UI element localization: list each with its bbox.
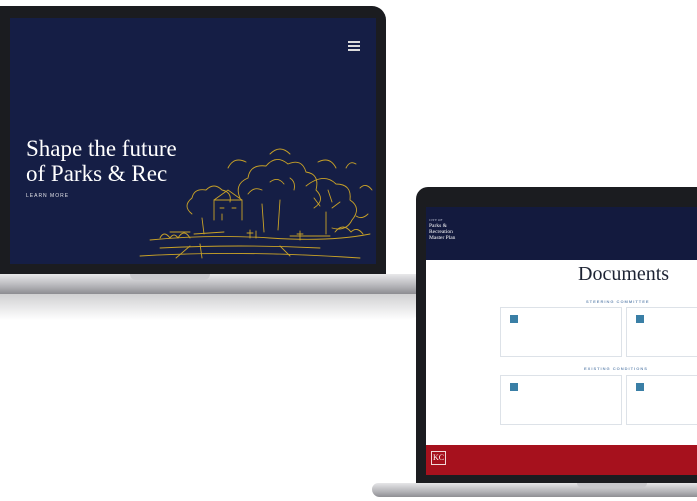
document-card[interactable] [626,307,697,357]
hamburger-menu-icon[interactable] [348,41,360,51]
document-icon [636,383,644,391]
left-laptop-shadow [0,294,430,320]
site-footer: KC [426,445,697,475]
learn-more-link[interactable]: LEARN MORE [26,193,69,199]
section-label-steering-committee: STEERING COMMITTEE [586,299,650,304]
page-title: Documents [578,263,670,285]
document-icon [636,315,644,323]
document-icon [510,383,518,391]
section-label-existing-conditions: EXISTING CONDITIONS [584,366,648,371]
document-icon [510,315,518,323]
hero-title-line1: Shape the future [26,136,177,161]
right-laptop-base [372,483,697,497]
site-brand[interactable]: CITY OF Parks & Recreation Master Plan [429,217,489,241]
hero-title: Shape the future of Parks & Rec [26,136,246,186]
footer-logo[interactable]: KC [431,451,446,465]
left-laptop-base [0,274,432,294]
document-card[interactable] [500,307,622,357]
left-laptop-screen: Shape the future of Parks & Rec LEARN MO… [10,18,376,264]
hero-title-line2: of Parks & Rec [26,161,168,186]
right-laptop-screen: CITY OF Parks & Recreation Master Plan D… [426,207,697,475]
document-card[interactable] [626,375,697,425]
site-header: CITY OF Parks & Recreation Master Plan [426,207,697,260]
document-card[interactable] [500,375,622,425]
brand-line-3: Master Plan [429,235,456,241]
